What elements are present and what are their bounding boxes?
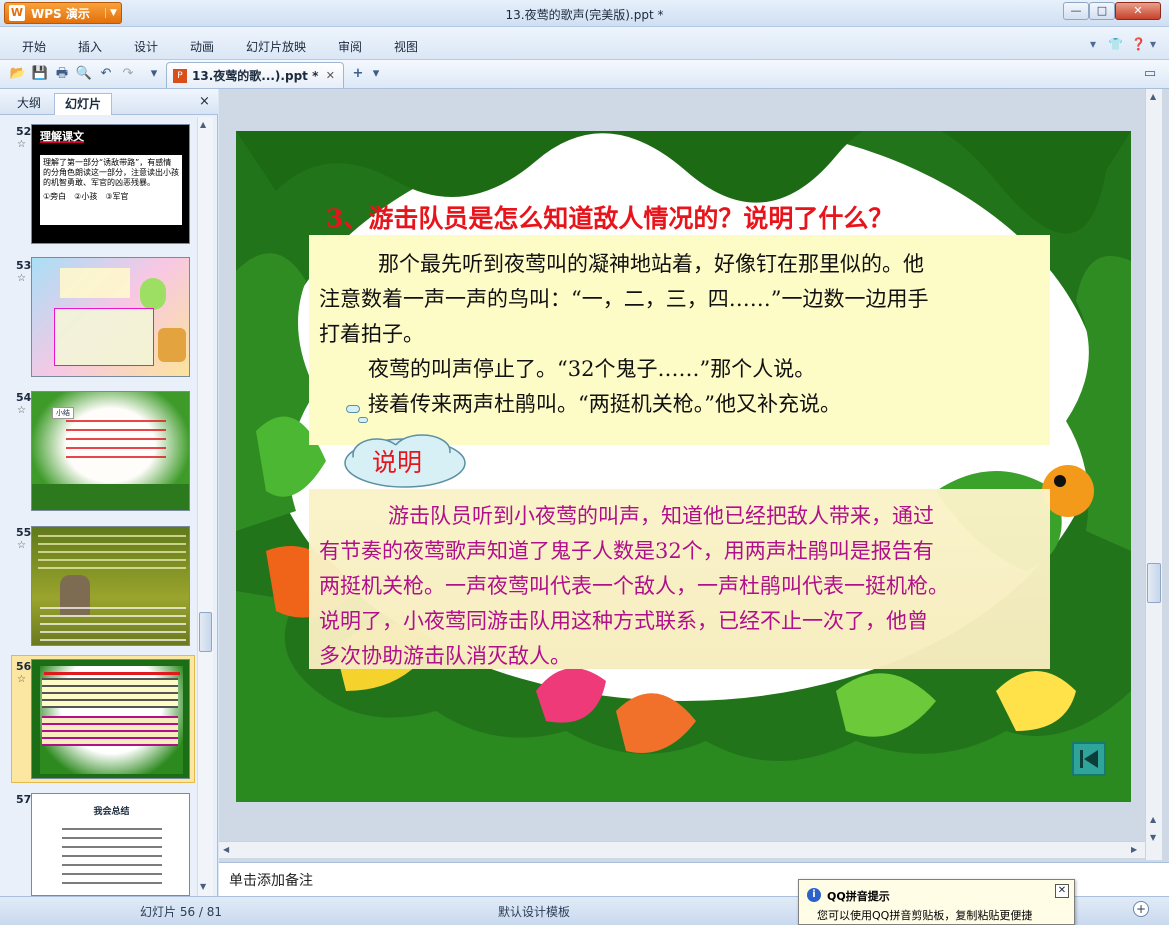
tooltip-message: 您可以使用QQ拼音剪贴板，复制粘贴更便捷 <box>817 909 1033 922</box>
slide-thumbnail-54[interactable]: 小结 <box>31 391 190 511</box>
tooltip-close-button[interactable]: ✕ <box>1055 884 1069 898</box>
save-icon[interactable]: 💾 <box>31 65 49 83</box>
scroll-right-icon[interactable]: ▶ <box>1131 845 1137 854</box>
slide-number: 57 <box>16 793 32 806</box>
maximize-button[interactable]: □ <box>1089 2 1115 20</box>
design-template-label[interactable]: 默认设计模板 <box>498 903 570 920</box>
previous-page-icon[interactable]: ▲ <box>1150 815 1156 824</box>
animation-star-icon: ☆ <box>17 405 26 416</box>
slide-panel: 大纲 幻灯片 × 52 ☆ 理解课文 理解了第一部分“诱敌带路”，有感情的分角色… <box>0 89 218 896</box>
animation-star-icon: ☆ <box>17 139 26 150</box>
editor-horizontal-scrollbar[interactable]: ◀ ▶ <box>219 841 1145 858</box>
chevron-down-icon[interactable]: ▾ <box>1150 37 1156 51</box>
title-bar: W WPS 演示 ▼ 13.夜莺的歌声(完美版).ppt * — □ ✕ <box>0 0 1169 27</box>
thumbnail-scrollbar[interactable]: ▲ ▼ <box>197 117 213 896</box>
scroll-up-icon[interactable]: ▲ <box>1150 92 1156 101</box>
explanation-line: 有节奏的夜莺歌声知道了鬼子人数是32个，用两声杜鹃叫是报告有 <box>319 539 934 563</box>
slide-thumbnail-55[interactable] <box>31 526 190 646</box>
tab-outline[interactable]: 大纲 <box>8 93 50 115</box>
menu-bar: 开始 插入 设计 动画 幻灯片放映 审阅 视图 ▾ 👕 ❓ ▾ <box>0 27 1169 60</box>
back-navigation-button[interactable] <box>1072 742 1106 776</box>
menu-home[interactable]: 开始 <box>22 38 46 55</box>
slide-number: 56 <box>16 660 32 673</box>
slide-number: 52 <box>16 125 32 138</box>
slide-number: 53 <box>16 259 32 272</box>
explain-label[interactable]: 说明 <box>372 443 422 479</box>
menu-review[interactable]: 审阅 <box>338 38 362 55</box>
explanation-textbox[interactable]: 游击队员听到小夜莺的叫声，知道他已经把敌人带来，通过 有节奏的夜莺歌声知道了鬼子… <box>309 489 1050 669</box>
panel-close-icon[interactable]: × <box>199 94 210 109</box>
thumb-label: 小结 <box>52 407 74 419</box>
passage-line: 那个最先听到夜莺叫的凝神地站着，好像钉在那里似的。他 <box>378 252 924 276</box>
scroll-up-icon[interactable]: ▲ <box>200 120 206 129</box>
slide-counter: 幻灯片 56 / 81 <box>140 905 223 919</box>
notes-placeholder[interactable]: 单击添加备注 <box>229 870 313 890</box>
passage-line: 注意数着一声一声的鸟叫：“一，二，三，四……”一边数一边用手 <box>319 287 929 311</box>
window-title: 13.夜莺的歌声(完美版).ppt * <box>505 8 664 22</box>
customize-icon[interactable]: ▾ <box>145 65 163 83</box>
back-arrow-icon <box>1080 750 1098 768</box>
minimize-button[interactable]: — <box>1063 2 1089 20</box>
slide-canvas[interactable]: 3、游击队员是怎么知道敌人情况的？说明了什么？ 那个最先听到夜莺叫的凝神地站着，… <box>236 131 1131 802</box>
next-page-icon[interactable]: ▼ <box>1150 833 1156 842</box>
animation-star-icon: ☆ <box>17 674 26 685</box>
down-arrow-icon[interactable]: ▾ <box>1090 37 1096 51</box>
close-button[interactable]: ✕ <box>1115 2 1161 20</box>
close-tab-icon[interactable]: ✕ <box>326 69 335 82</box>
redo-icon[interactable]: ↷ <box>119 65 137 83</box>
thumb-title: 理解课文 <box>40 130 84 143</box>
zoom-in-icon[interactable]: + <box>1133 901 1149 917</box>
menu-insert[interactable]: 插入 <box>78 38 102 55</box>
ppt-file-icon: P <box>173 68 187 83</box>
panel-tabs: 大纲 幻灯片 × <box>0 89 218 115</box>
explanation-line: 游击队员听到小夜莺的叫声，知道他已经把敌人带来，通过 <box>388 504 934 528</box>
passage-line: 夜莺的叫声停止了。“32个鬼子……”那个人说。 <box>368 357 816 381</box>
animation-star-icon: ☆ <box>17 540 26 551</box>
open-icon[interactable]: 📂 <box>9 65 27 83</box>
scrollbar-thumb[interactable] <box>1147 563 1161 603</box>
document-tab[interactable]: P 13.夜莺的歌...).ppt * ✕ <box>166 62 344 88</box>
panel-toggle-icon[interactable]: ▭ <box>1141 65 1159 83</box>
thumb-text: 理解了第一部分“诱敌带路”，有感情的分角色朗读这一部分，注意读出小孩的机智勇敢、… <box>43 158 179 187</box>
editor-vertical-scrollbar[interactable]: ▲ ▲ ▼ <box>1145 89 1162 860</box>
cloud-bubble <box>346 405 360 413</box>
scroll-down-icon[interactable]: ▼ <box>200 882 206 891</box>
help-icon[interactable]: ❓ <box>1131 37 1146 51</box>
skin-icon[interactable]: 👕 <box>1108 37 1123 51</box>
slide-thumbnail-53[interactable] <box>31 257 190 377</box>
document-tab-label: 13.夜莺的歌...).ppt * <box>192 69 319 83</box>
new-tab-button[interactable]: + <box>349 65 367 83</box>
print-preview-icon[interactable]: 🔍 <box>75 65 93 83</box>
quick-toolbar: 📂 💾 🖶 🔍 ↶ ↷ ▾ P 13.夜莺的歌...).ppt * ✕ + ▾ … <box>0 60 1169 89</box>
slide-number: 54 <box>16 391 32 404</box>
passage-line: 接着传来两声杜鹃叫。“两挺机关枪。”他又补充说。 <box>368 392 841 416</box>
print-icon[interactable]: 🖶 <box>53 65 71 83</box>
undo-icon[interactable]: ↶ <box>97 65 115 83</box>
slide-number: 55 <box>16 526 32 539</box>
scrollbar-thumb[interactable] <box>199 612 212 652</box>
explanation-line: 两挺机关枪。一声夜莺叫代表一个敌人，一声杜鹃叫代表一挺机枪。 <box>319 574 949 598</box>
chevron-down-icon[interactable]: ▾ <box>367 65 385 83</box>
slide-title[interactable]: 3、游击队员是怎么知道敌人情况的？说明了什么？ <box>326 199 893 235</box>
info-icon: i <box>807 888 821 902</box>
thumb-options: ①旁白 ②小孩 ③军官 <box>43 192 129 201</box>
menu-design[interactable]: 设计 <box>134 38 158 55</box>
menu-view[interactable]: 视图 <box>394 38 418 55</box>
thumb-title: 我会总结 <box>93 807 130 817</box>
explanation-line: 说明了，小夜莺同游击队用这种方式联系，已经不止一次了，他曾 <box>319 609 928 633</box>
slide-thumbnail-52[interactable]: 理解课文 理解了第一部分“诱敌带路”，有感情的分角色朗读这一部分，注意读出小孩的… <box>31 124 190 244</box>
explanation-line: 多次协助游击队消灭敌人。 <box>319 644 571 668</box>
scroll-left-icon[interactable]: ◀ <box>223 845 229 854</box>
slide-thumbnail-57[interactable]: 我会总结 <box>31 793 190 896</box>
animation-star-icon: ☆ <box>17 273 26 284</box>
tab-slides[interactable]: 幻灯片 <box>54 93 112 115</box>
slide-thumbnail-56[interactable] <box>31 659 190 779</box>
passage-textbox[interactable]: 那个最先听到夜莺叫的凝神地站着，好像钉在那里似的。他 注意数着一声一声的鸟叫：“… <box>309 235 1050 445</box>
tooltip-title: QQ拼音提示 <box>827 890 890 903</box>
passage-line: 打着拍子。 <box>319 322 424 346</box>
menu-slideshow[interactable]: 幻灯片放映 <box>246 38 306 55</box>
qq-pinyin-tooltip: i QQ拼音提示 您可以使用QQ拼音剪贴板，复制粘贴更便捷 ✕ <box>798 879 1075 925</box>
cloud-bubble <box>358 417 368 423</box>
menu-animation[interactable]: 动画 <box>190 38 214 55</box>
